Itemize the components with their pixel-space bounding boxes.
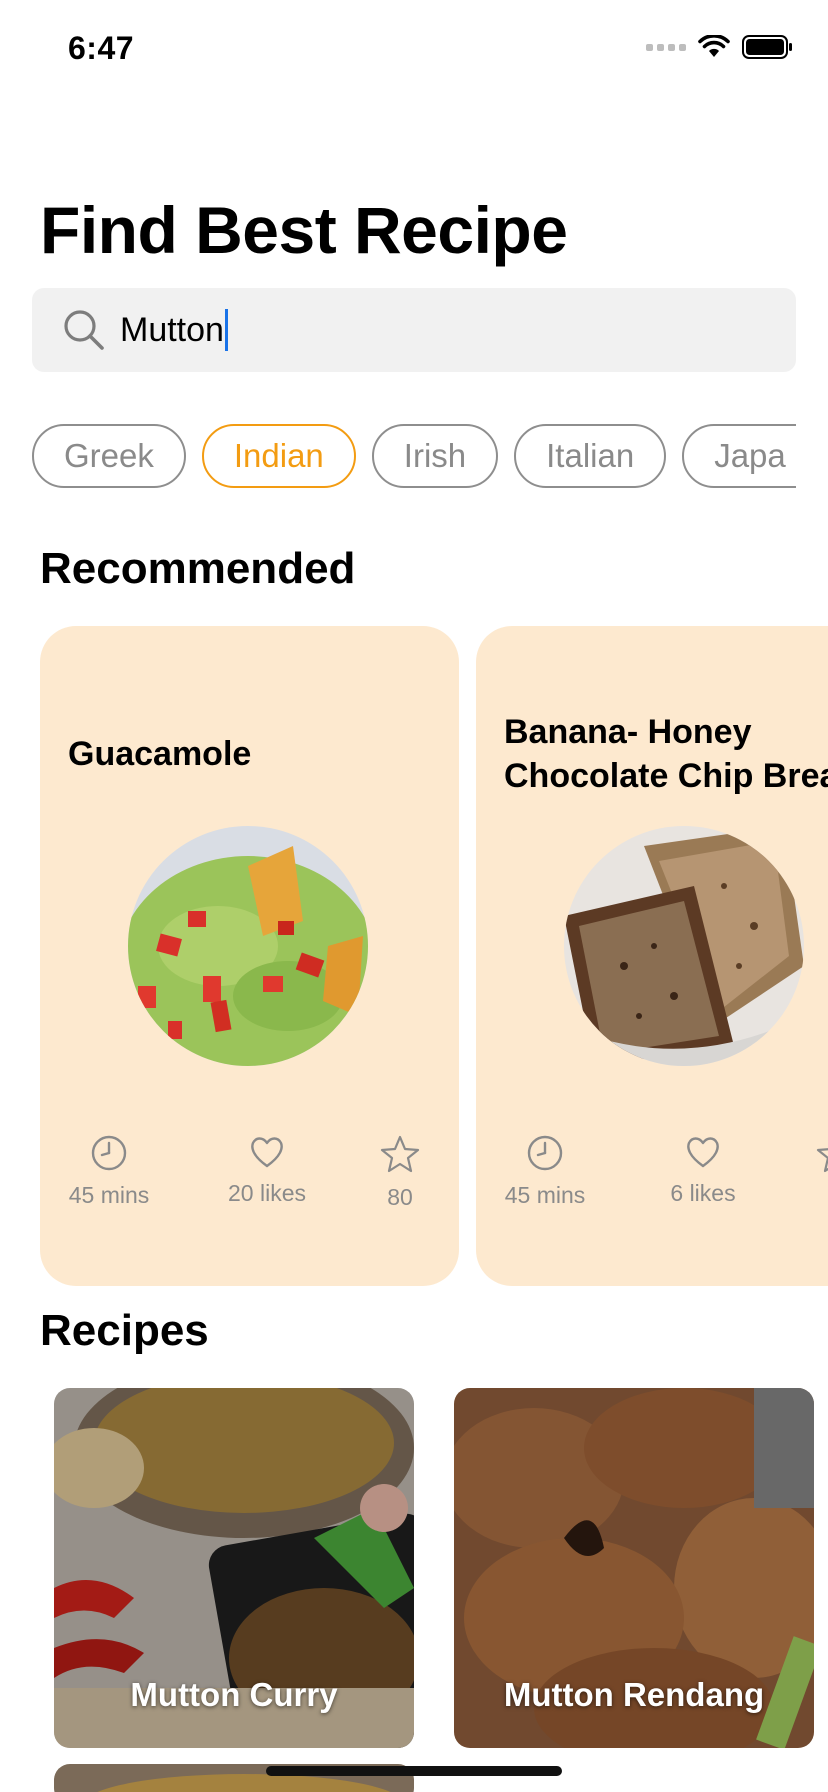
wifi-icon: [698, 35, 730, 59]
search-bar[interactable]: Mutton: [32, 288, 796, 372]
recommended-card[interactable]: Guacamole 45 mins 20 likes 80: [40, 626, 459, 1286]
status-time: 6:47: [68, 30, 135, 66]
rating-value: 80: [387, 1184, 413, 1210]
recipe-app-screen: 6:47 Find Best Recipe Mutton Greek India…: [0, 0, 828, 1792]
clock-icon: [91, 1135, 127, 1171]
cook-time: 45 mins: [68, 1182, 150, 1208]
recipe-tile[interactable]: Mutton Curry: [54, 1388, 414, 1748]
cellular-signal-icon: [646, 43, 686, 51]
search-icon: [64, 310, 104, 350]
heart-icon: [251, 1137, 283, 1168]
banana-bread-image: [564, 826, 804, 1066]
chip-irish[interactable]: Irish: [371, 424, 499, 488]
star-icon: [380, 1135, 420, 1173]
recipe-tile[interactable]: Mutton Rendang: [454, 1388, 814, 1748]
battery-icon: [742, 34, 794, 60]
likes-stat[interactable]: 6 likes: [658, 1134, 748, 1207]
likes-stat[interactable]: 20 likes: [222, 1134, 312, 1207]
cook-time-stat: 45 mins: [64, 1134, 154, 1209]
recommended-card[interactable]: Banana- Honey Chocolate Chip Brea: [476, 626, 828, 1286]
cook-time-stat: 45 mins: [500, 1134, 590, 1209]
recipes-heading: Recipes: [40, 1306, 209, 1355]
category-chips: Greek Indian Irish Italian Japa: [32, 424, 796, 494]
search-input[interactable]: Mutton: [120, 309, 228, 351]
home-indicator: [266, 1766, 562, 1776]
text-caret: [224, 309, 228, 351]
search-input-value: Mutton: [120, 310, 224, 349]
rating-stat[interactable]: 80: [370, 1134, 430, 1211]
status-icons: [646, 34, 794, 60]
likes-count: 6 likes: [670, 1180, 736, 1206]
clock-icon: [527, 1135, 563, 1171]
guacamole-image: [128, 826, 368, 1066]
recommended-card-title: Guacamole: [68, 735, 252, 773]
heart-icon: [687, 1137, 719, 1168]
recipe-name: Mutton Rendang: [503, 1676, 765, 1713]
status-bar: 6:47: [0, 0, 828, 100]
chip-greek[interactable]: Greek: [32, 424, 186, 488]
chip-italian[interactable]: Italian: [514, 424, 667, 488]
chip-indian[interactable]: Indian: [201, 424, 356, 488]
star-icon: [816, 1148, 828, 1173]
chip-japanese[interactable]: Japa: [682, 424, 796, 488]
recommended-card-title: Banana- Honey Chocolate Chip Brea: [504, 713, 828, 795]
page-title: Find Best Recipe: [40, 193, 568, 267]
recipe-name: Mutton Curry: [130, 1676, 338, 1713]
recommended-carousel[interactable]: Guacamole 45 mins 20 likes 80 Banana- Ho…: [40, 626, 828, 1286]
likes-count: 20 likes: [228, 1180, 306, 1206]
rating-stat[interactable]: [806, 1134, 828, 1184]
recommended-heading: Recommended: [40, 544, 356, 593]
cook-time: 45 mins: [504, 1182, 586, 1208]
